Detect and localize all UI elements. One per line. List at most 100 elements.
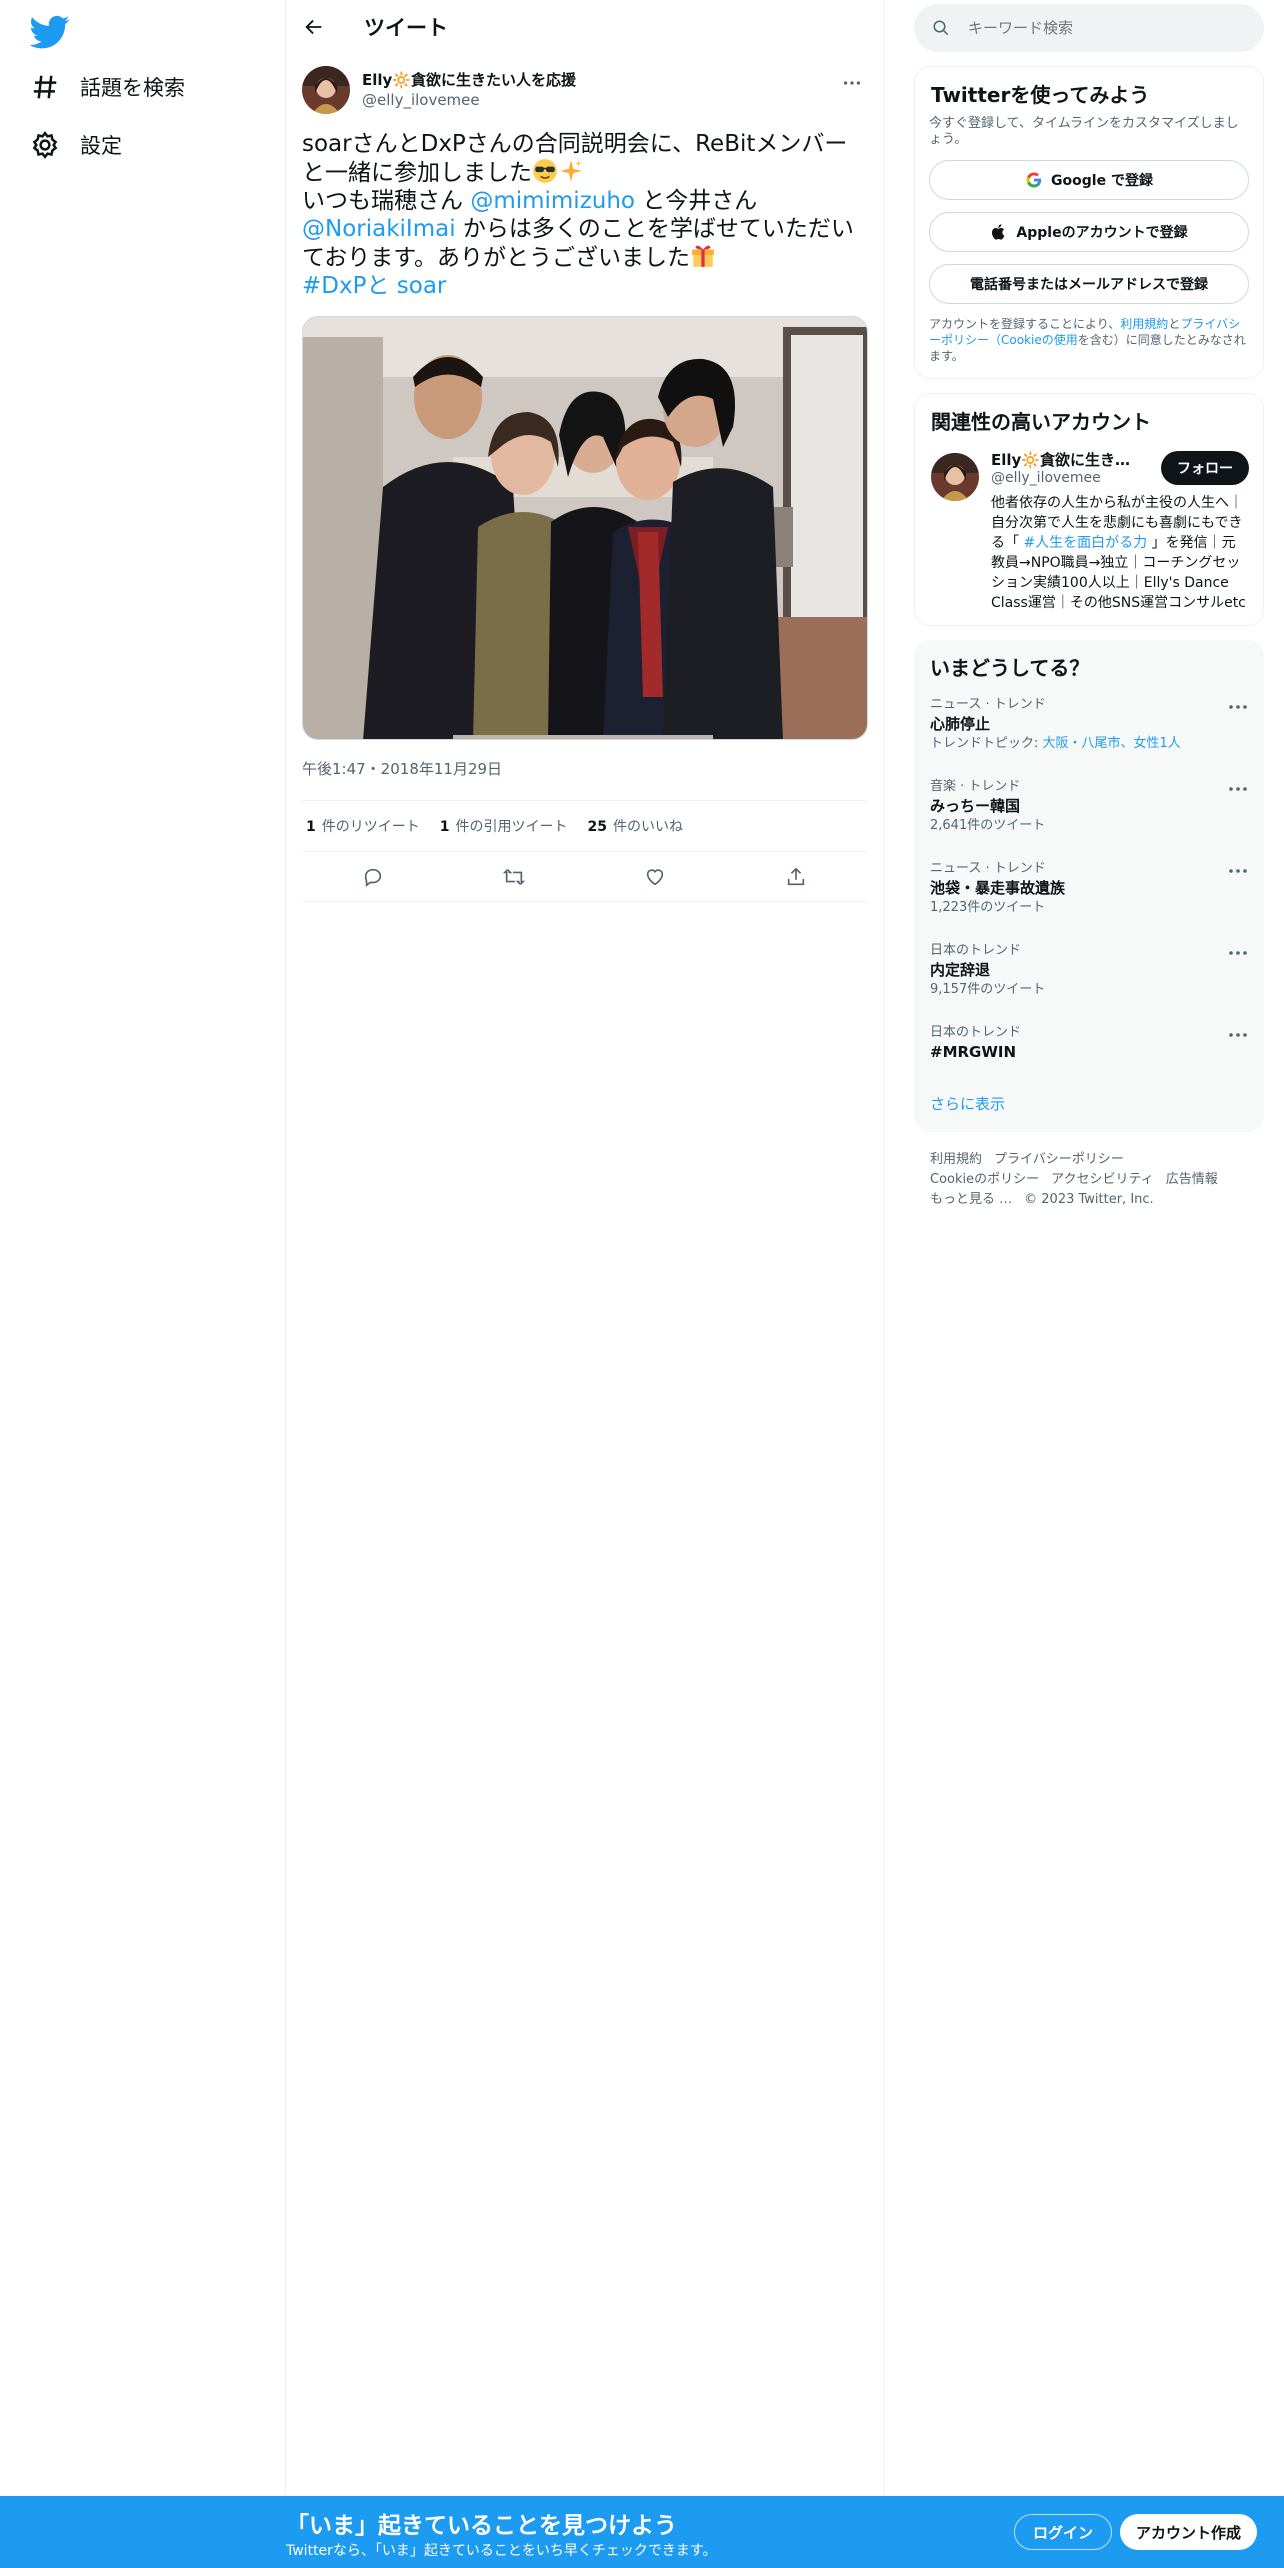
share-button[interactable] <box>776 857 816 897</box>
signup-title: Twitterを使ってみよう <box>931 83 1150 107</box>
signup-subtitle: 今すぐ登録して、タイムラインをカスタマイズしましょう。 <box>929 116 1239 147</box>
phone-signup-label: 電話番号またはメールアドレスで登録 <box>970 277 1208 293</box>
related-bio: 他者依存の人生から私が主役の人生へ｜自分次第で人生を悲劇にも喜劇にもできる「 #… <box>991 493 1249 613</box>
nav-item-settings[interactable]: 設定 <box>30 118 122 172</box>
phone-email-signup-button[interactable]: 電話番号またはメールアドレスで登録 <box>929 264 1249 304</box>
legal-text: アカウントを登録することにより、 <box>929 317 1121 331</box>
search-box[interactable] <box>914 4 1264 52</box>
sunglasses-emoji-icon <box>533 159 557 183</box>
right-sidebar: Twitterを使ってみよう 今すぐ登録して、タイムラインをカスタマイズしましょ… <box>914 0 1264 1210</box>
signup-legal: アカウントを登録することにより、利用規約とプライバシーポリシー（Cookieの使… <box>915 304 1263 378</box>
related-name[interactable]: Elly🔆貪欲に生きた... <box>991 451 1141 469</box>
twitter-logo-icon[interactable] <box>30 12 70 52</box>
trend-name: 心肺停止 <box>930 715 991 733</box>
terms-link[interactable]: 利用規約 <box>1120 317 1168 331</box>
more-dots-icon[interactable] <box>1226 1023 1250 1047</box>
search-input[interactable] <box>968 19 1228 37</box>
left-nav: 話題を検索 設定 <box>0 0 286 2568</box>
trend-item[interactable]: 日本のトレンド #MRGWIN <box>914 1015 1264 1079</box>
google-signup-label: Google で登録 <box>1051 173 1153 189</box>
reply-icon <box>364 868 381 887</box>
trend-name: 内定辞退 <box>930 961 991 979</box>
reply-button[interactable] <box>353 857 393 897</box>
apple-signup-label: Appleのアカウントで登録 <box>1016 225 1188 241</box>
mention-link[interactable]: @NoriakiImai <box>302 216 456 242</box>
apple-signup-button[interactable]: Appleのアカウントで登録 <box>929 212 1249 252</box>
footer-ads-link[interactable]: 広告情報 <box>1166 1172 1218 1187</box>
footer-more-link[interactable]: もっと見る … <box>930 1192 1012 1207</box>
tweet-text: soarさんとDxPさんの合同説明会に、ReBitメンバーと一緒に参加しました … <box>302 130 867 300</box>
retweets-stat[interactable]: 1 件のリツイート <box>306 816 420 836</box>
create-account-button[interactable]: アカウント作成 <box>1120 2514 1258 2550</box>
author-name[interactable]: Elly🔆貪欲に生きたい人を応援 <box>362 70 576 90</box>
more-dots-icon[interactable] <box>1226 695 1250 719</box>
search-icon <box>933 20 949 36</box>
tweet: Elly🔆貪欲に生きたい人を応援 @elly_ilovemee soarさんとD… <box>286 54 883 902</box>
footer-privacy-link[interactable]: プライバシーポリシー <box>994 1152 1124 1167</box>
trend-name: 池袋・暴走事故遺族 <box>930 879 1066 897</box>
trend-sub: 2,641件のツイート <box>930 818 1046 833</box>
legal-text: と <box>1168 317 1181 331</box>
tweet-stats: 1 件のリツイート 1 件の引用ツイート 25 件のいいね <box>302 800 867 852</box>
trend-sub: 1,223件のツイート <box>930 900 1046 915</box>
hashtag-icon <box>33 75 57 99</box>
related-title: 関連性の高いアカウント <box>931 410 1151 434</box>
trend-name: みっちー韓国 <box>930 797 1021 815</box>
trend-item[interactable]: ニュース · トレンド 心肺停止 トレンドトピック: 大阪・八尾市、女性1人 <box>914 687 1264 769</box>
nav-item-explore[interactable]: 話題を検索 <box>30 60 185 114</box>
trend-name: #MRGWIN <box>930 1043 1017 1061</box>
quotes-stat[interactable]: 1 件の引用ツイート <box>440 816 568 836</box>
main-column: ツイート Elly🔆貪欲に生きたい人を応援 @elly_ilovemee soa… <box>286 0 884 2568</box>
footer-terms-link[interactable]: 利用規約 <box>930 1152 982 1167</box>
show-more-link[interactable]: さらに表示 <box>914 1079 1264 1132</box>
avatar[interactable] <box>931 453 979 501</box>
tweet-actions <box>302 852 867 902</box>
trend-meta: ニュース · トレンド <box>930 861 1046 876</box>
follow-button[interactable]: フォロー <box>1161 451 1249 485</box>
bio-hashtag-link[interactable]: #人生を面白がる力 <box>1023 535 1147 551</box>
trends-card: いまどうしてる？ ニュース · トレンド 心肺停止 トレンドトピック: 大阪・八… <box>914 640 1264 1132</box>
trend-topic-link[interactable]: 大阪・八尾市、女性1人 <box>1043 736 1181 751</box>
more-dots-icon[interactable] <box>1226 777 1250 801</box>
gear-icon <box>32 131 58 159</box>
tweet-timestamp[interactable]: 午後1:47・2018年11月29日 <box>302 758 867 784</box>
banner-subtitle: Twitterなら、「いま」起きていることをいち早くチェックできます。 <box>286 2543 717 2559</box>
nav-item-label: 設定 <box>80 134 122 158</box>
trend-item[interactable]: 音楽 · トレンド みっちー韓国 2,641件のツイート <box>914 769 1264 851</box>
signup-banner: 「いま」起きていることを見つけよう Twitterなら、「いま」起きていることを… <box>0 2496 1284 2568</box>
related-accounts-card: 関連性の高いアカウント Elly🔆貪欲に生きた... @elly_iloveme… <box>914 393 1264 626</box>
google-signup-button[interactable]: Google で登録 <box>929 160 1249 200</box>
login-button[interactable]: ログイン <box>1014 2514 1113 2550</box>
footer-accessibility-link[interactable]: アクセシビリティ <box>1051 1172 1154 1187</box>
mention-link[interactable]: @mimimizuho <box>470 188 635 214</box>
footer: 利用規約 プライバシーポリシー Cookieのポリシー アクセシビリティ 広告情報 も… <box>914 1132 1264 1210</box>
more-dots-icon[interactable] <box>1226 941 1250 965</box>
avatar[interactable] <box>302 66 350 114</box>
trend-item[interactable]: ニュース · トレンド 池袋・暴走事故遺族 1,223件のツイート <box>914 851 1264 933</box>
apple-icon <box>992 224 1005 240</box>
author-handle[interactable]: @elly_ilovemee <box>362 90 576 110</box>
trend-sub: トレンドトピック: 大阪・八尾市、女性1人 <box>930 735 1248 753</box>
trend-item[interactable]: 日本のトレンド 内定辞退 9,157件のツイート <box>914 933 1264 1015</box>
trend-meta: 音楽 · トレンド <box>930 779 1021 794</box>
gift-emoji-icon <box>692 245 714 267</box>
share-icon <box>788 867 805 885</box>
more-dots-icon <box>843 81 861 85</box>
header: ツイート <box>286 0 883 54</box>
hashtag-link[interactable]: #DxPと soar <box>302 273 446 299</box>
more-options-button[interactable] <box>837 68 867 98</box>
likes-stat[interactable]: 25 件のいいね <box>588 816 683 836</box>
retweet-button[interactable] <box>494 857 534 897</box>
footer-cookie-link[interactable]: Cookieのポリシー <box>930 1172 1039 1187</box>
more-dots-icon[interactable] <box>1226 859 1250 883</box>
trend-sub-text: トレンドトピック: <box>930 736 1043 751</box>
related-account[interactable]: Elly🔆貪欲に生きた... @elly_ilovemee 他者依存の人生から私… <box>915 435 1263 625</box>
google-icon <box>1026 172 1042 188</box>
tweet-text-line2-post: と今井さん <box>635 188 758 214</box>
banner-title: 「いま」起きていることを見つけよう <box>286 2513 677 2539</box>
back-button[interactable] <box>294 7 334 47</box>
heart-icon <box>646 868 664 885</box>
tweet-author[interactable]: Elly🔆貪欲に生きたい人を応援 @elly_ilovemee <box>302 64 867 116</box>
like-button[interactable] <box>635 857 675 897</box>
tweet-photo[interactable] <box>302 316 868 740</box>
